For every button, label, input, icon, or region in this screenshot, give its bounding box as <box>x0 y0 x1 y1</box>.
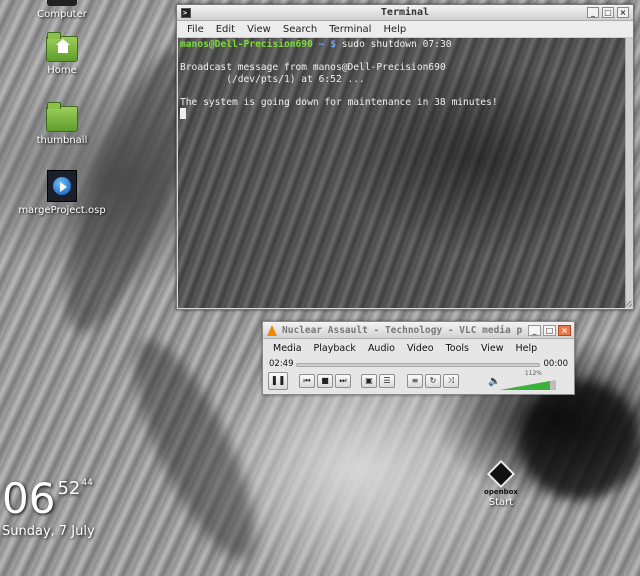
vlc-title: Nuclear Assault - Technology - VLC media… <box>282 325 523 336</box>
terminal-titlebar[interactable]: Terminal _ □ × <box>177 5 633 21</box>
clock-hours: 06 <box>2 474 56 523</box>
seek-row: 02:49 00:00 <box>263 357 574 371</box>
openbox-brand: openbox <box>484 488 518 496</box>
pause-button[interactable]: ❚❚ <box>268 372 288 390</box>
close-button[interactable]: × <box>558 325 571 336</box>
vlc-window[interactable]: Nuclear Assault - Technology - VLC media… <box>262 321 575 395</box>
menu-file[interactable]: File <box>181 24 210 35</box>
menu-help[interactable]: Help <box>377 24 412 35</box>
menu-view[interactable]: View <box>241 24 277 35</box>
command-text: sudo shutdown 07:30 <box>341 39 452 50</box>
desktop-icon-marge-project[interactable]: margeProject.osp <box>14 170 110 216</box>
terminal-scrollbar[interactable] <box>625 38 633 308</box>
wallpaper-stripe <box>520 380 640 500</box>
resize-grip[interactable] <box>626 301 632 307</box>
loop-button[interactable]: ↻ <box>425 374 441 388</box>
desktop-icon-label: Home <box>47 65 77 76</box>
desktop-icon-home[interactable]: Home <box>14 32 110 76</box>
terminal-title: Terminal <box>380 7 430 18</box>
stop-button[interactable]: ■ <box>317 374 333 388</box>
output-line: (/dev/pts/1) at 6:52 ... <box>180 73 365 85</box>
terminal-cursor <box>180 108 186 119</box>
vlc-controls: ❚❚ ⏮ ■ ⏭ ▣ ☰ ≡ ↻ ⤨ 🔈 112% <box>263 370 574 393</box>
speaker-icon: 🔈 <box>488 376 501 387</box>
desktop-clock: 06 5244 Sunday, 7 July <box>2 474 95 540</box>
output-line: The system is going down for maintenance… <box>180 96 498 108</box>
vlc-menubar: Media Playback Audio Video Tools View He… <box>263 339 574 357</box>
maximize-button[interactable]: □ <box>602 7 614 18</box>
terminal-menubar: File Edit View Search Terminal Help <box>177 21 633 38</box>
clock-minutes: 52 <box>57 478 81 499</box>
desktop-icon-label: Computer <box>37 9 87 20</box>
volume-fill <box>500 381 550 390</box>
openbox-start-launcher[interactable]: openbox Start <box>478 459 524 508</box>
desktop-icon-label: thumbnail <box>36 135 88 146</box>
minimize-button[interactable]: _ <box>587 7 599 18</box>
openbox-logo-icon <box>486 459 516 489</box>
menu-help[interactable]: Help <box>510 343 544 354</box>
output-line: Broadcast message from manos@Dell-Precis… <box>180 62 446 73</box>
prompt-user: manos@Dell-Precision690 <box>180 39 313 50</box>
menu-view[interactable]: View <box>475 343 510 354</box>
desktop-icon-thumbnail[interactable]: thumbnail <box>14 102 110 146</box>
volume-percent: 112% <box>524 370 542 377</box>
seek-slider[interactable] <box>296 363 540 367</box>
openshot-project-icon <box>47 170 77 202</box>
shuffle-button[interactable]: ⤨ <box>443 374 459 388</box>
menu-media[interactable]: Media <box>267 343 308 354</box>
computer-icon <box>47 0 77 6</box>
playlist-button[interactable]: ≡ <box>407 374 423 388</box>
prompt-path: ~ $ <box>318 39 336 50</box>
menu-playback[interactable]: Playback <box>308 343 362 354</box>
wallpaper-stripe <box>112 326 278 574</box>
home-folder-icon <box>46 32 78 62</box>
desktop-icon-label: margeProject.osp <box>18 205 106 216</box>
fullscreen-button[interactable]: ▣ <box>361 374 377 388</box>
maximize-button[interactable]: □ <box>543 325 556 336</box>
menu-video[interactable]: Video <box>401 343 440 354</box>
menu-terminal[interactable]: Terminal <box>323 24 377 35</box>
terminal-window[interactable]: Terminal _ □ × File Edit View Search Ter… <box>176 4 634 310</box>
start-label: Start <box>488 497 514 508</box>
menu-audio[interactable]: Audio <box>362 343 401 354</box>
clock-seconds: 44 <box>81 478 93 488</box>
menu-tools[interactable]: Tools <box>440 343 475 354</box>
extended-settings-button[interactable]: ☰ <box>379 374 395 388</box>
remaining-time: 00:00 <box>543 359 569 369</box>
minimize-button[interactable]: _ <box>528 325 541 336</box>
desktop-icon-computer[interactable]: Computer <box>14 0 110 20</box>
next-button[interactable]: ⏭ <box>335 374 351 388</box>
folder-icon <box>46 102 78 132</box>
terminal-output[interactable]: manos@Dell-Precision690 ~ $ sudo shutdow… <box>178 38 625 308</box>
clock-date: Sunday, 7 July <box>2 524 95 539</box>
elapsed-time: 02:49 <box>269 359 294 369</box>
vlc-titlebar[interactable]: Nuclear Assault - Technology - VLC media… <box>263 322 574 339</box>
previous-button[interactable]: ⏮ <box>299 374 315 388</box>
terminal-icon <box>181 5 191 21</box>
menu-search[interactable]: Search <box>277 24 323 35</box>
menu-edit[interactable]: Edit <box>210 24 241 35</box>
close-button[interactable]: × <box>617 7 629 18</box>
vlc-cone-icon <box>267 325 277 336</box>
volume-slider[interactable]: 🔈 112% <box>488 370 568 390</box>
